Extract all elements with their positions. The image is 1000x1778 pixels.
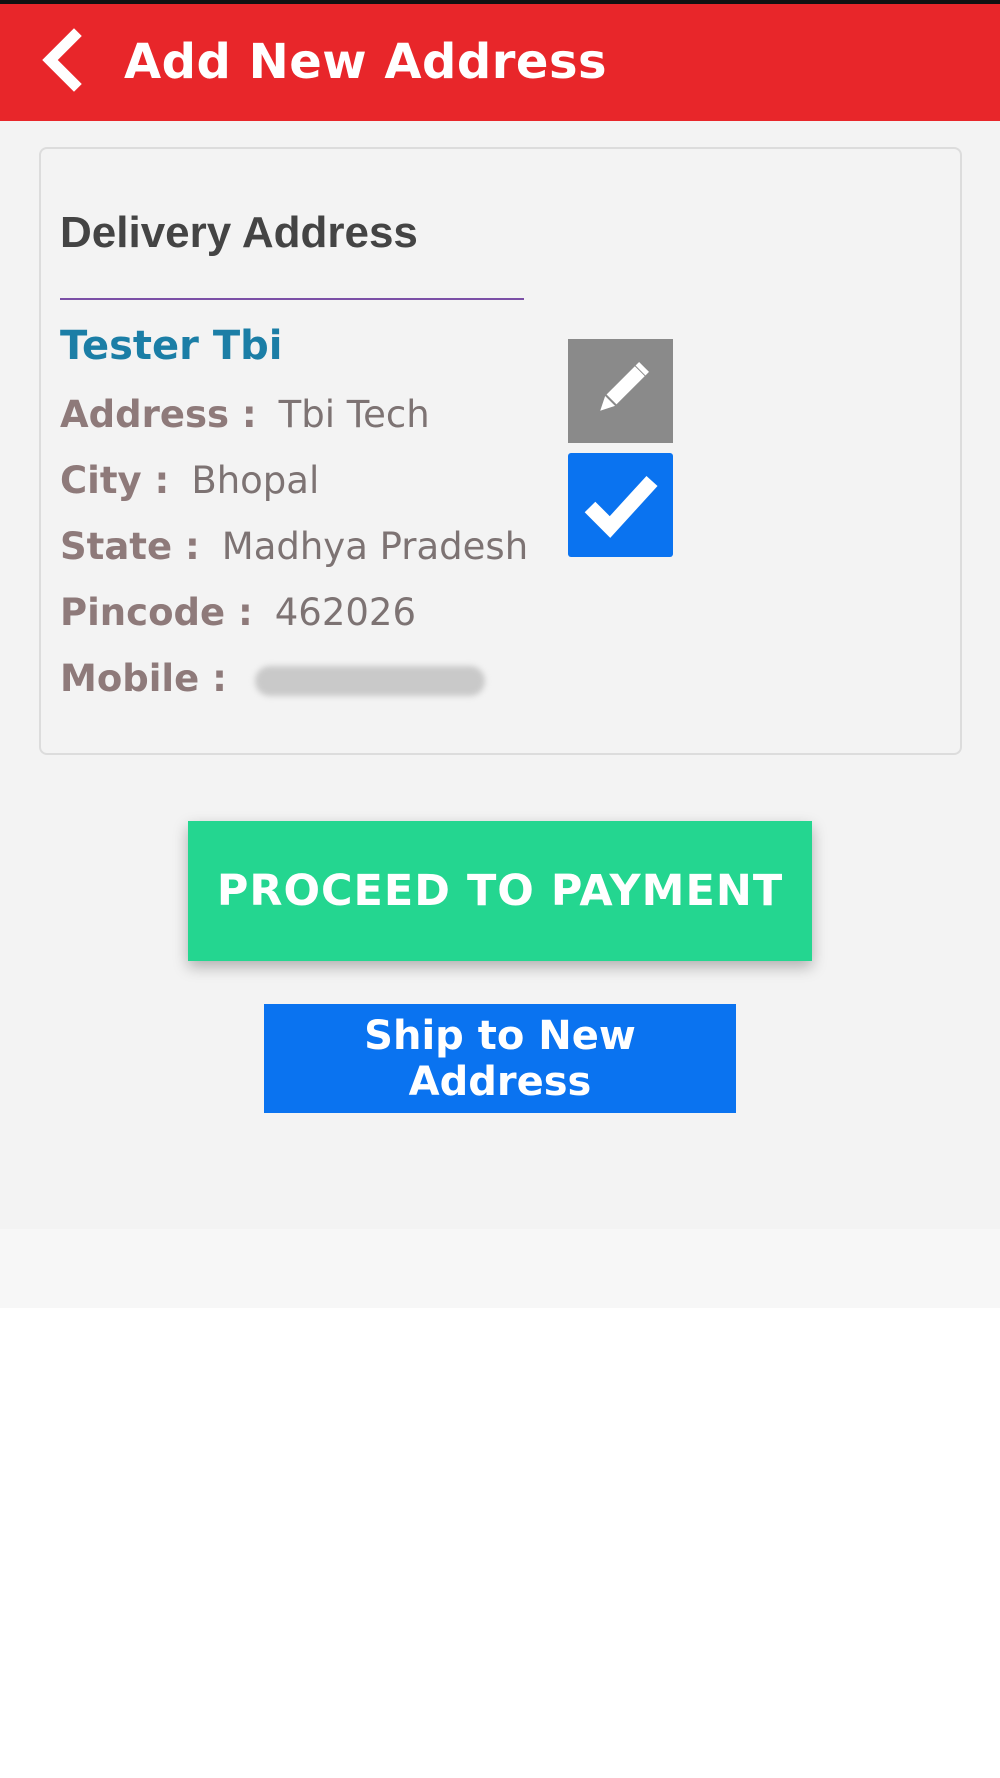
ship-to-new-address-button[interactable]: Ship to New Address xyxy=(264,1004,736,1113)
mobile-row: Mobile : xyxy=(60,656,485,702)
pincode-label: Pincode : xyxy=(60,591,253,634)
heading-divider xyxy=(60,298,524,300)
pencil-icon xyxy=(600,362,649,411)
state-label: State : xyxy=(60,525,200,568)
address-row: Address : Tbi Tech xyxy=(60,392,430,438)
select-address-checkbox[interactable] xyxy=(568,453,673,557)
pincode-row: Pincode : 462026 xyxy=(60,590,416,636)
city-label: City : xyxy=(60,459,170,502)
address-value: Tbi Tech xyxy=(278,393,430,436)
pincode-value: 462026 xyxy=(274,591,417,634)
proceed-to-payment-button[interactable]: PROCEED TO PAYMENT xyxy=(188,821,812,961)
edit-address-button[interactable] xyxy=(568,339,673,443)
city-value: Bhopal xyxy=(191,459,320,502)
back-button[interactable] xyxy=(38,28,88,92)
city-row: City : Bhopal xyxy=(60,458,319,504)
page-title: Add New Address xyxy=(124,34,608,90)
card-heading: Delivery Address xyxy=(60,208,418,257)
chevron-left-icon xyxy=(42,28,82,92)
state-value: Madhya Pradesh xyxy=(221,525,529,568)
state-row: State : Madhya Pradesh xyxy=(60,524,528,570)
mobile-value-redacted xyxy=(254,665,485,696)
address-label: Address : xyxy=(60,393,257,436)
mobile-label: Mobile : xyxy=(60,657,227,700)
checkmark-icon xyxy=(584,475,658,538)
app-bar: Add New Address xyxy=(0,4,1000,121)
footer-strip xyxy=(0,1229,1000,1308)
customer-name: Tester Tbi xyxy=(60,323,283,369)
